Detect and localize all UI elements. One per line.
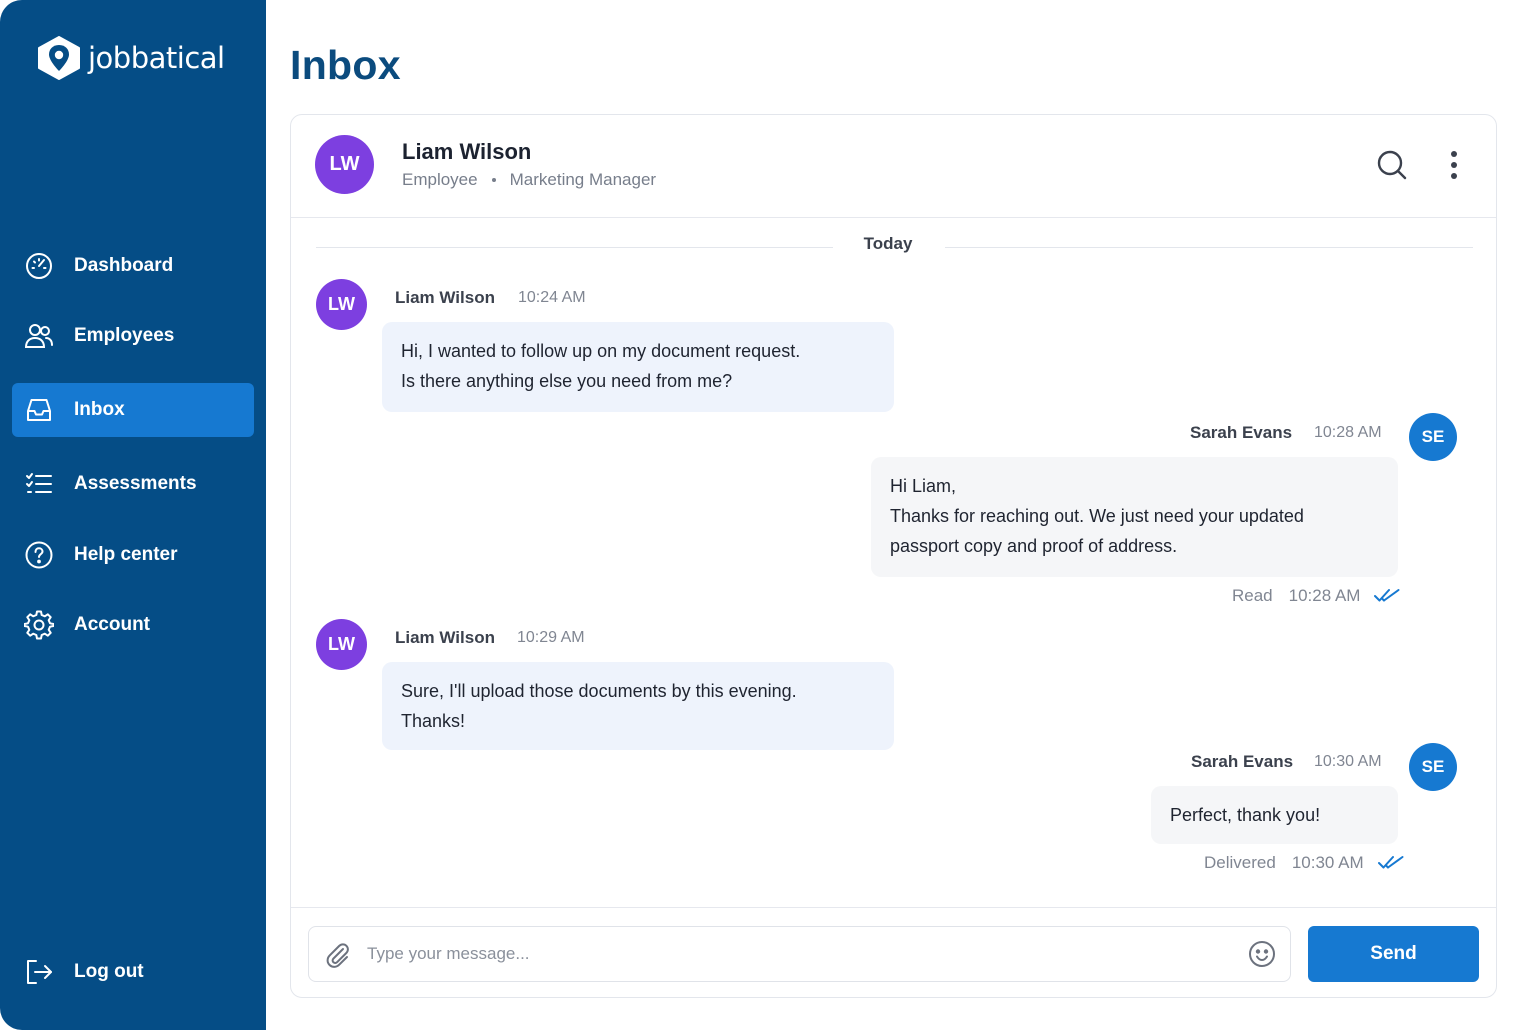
status-time: 10:30 AM bbox=[1291, 853, 1364, 872]
logout-label: Log out bbox=[74, 961, 144, 982]
help-icon bbox=[25, 541, 53, 569]
contact-name: Liam Wilson bbox=[402, 139, 532, 164]
location-pin-logo-icon bbox=[38, 36, 80, 80]
conversation-header: LW Liam Wilson Employee Marketing Manage… bbox=[291, 115, 1496, 218]
message-composer: Send bbox=[291, 907, 1496, 999]
message-status: Read 10:28 AM bbox=[1232, 586, 1400, 606]
separator-dot bbox=[491, 178, 496, 182]
status-label: Read bbox=[1232, 586, 1273, 605]
message-time: 10:28 AM bbox=[1314, 424, 1382, 441]
sidebar-item-label: Dashboard bbox=[74, 255, 174, 276]
message-line: Is there anything else you need from me? bbox=[401, 371, 733, 391]
sidebar-item-label: Employees bbox=[74, 325, 175, 346]
sidebar-item-label: Assessments bbox=[74, 473, 197, 494]
message-bubble-outgoing: Perfect, thank you! bbox=[1151, 786, 1398, 844]
message-line: Thanks! bbox=[401, 711, 466, 731]
contact-details: Employee Marketing Manager bbox=[402, 170, 656, 190]
message-time: 10:24 AM bbox=[518, 289, 586, 306]
message-sender: Liam Wilson bbox=[395, 288, 495, 307]
status-time: 10:28 AM bbox=[1288, 586, 1361, 605]
double-check-icon bbox=[1377, 856, 1404, 869]
message-sender: Liam Wilson bbox=[395, 628, 495, 647]
sidebar-item-assessments[interactable]: Assessments bbox=[12, 457, 254, 511]
conversation-panel: LW Liam Wilson Employee Marketing Manage… bbox=[290, 114, 1497, 998]
message-input-container bbox=[308, 926, 1291, 982]
day-divider-label: Today bbox=[863, 234, 913, 253]
message-bubble-outgoing: Hi Liam, Thanks for reaching out. We jus… bbox=[871, 457, 1398, 577]
sender-avatar[interactable]: LW bbox=[316, 619, 367, 670]
users-icon bbox=[24, 324, 53, 348]
message-sender: Sarah Evans bbox=[1191, 752, 1294, 771]
sender-avatar[interactable]: SE bbox=[1409, 413, 1457, 461]
send-button[interactable]: Send bbox=[1308, 926, 1479, 982]
message-time: 10:30 AM bbox=[1314, 753, 1382, 770]
sidebar-item-account[interactable]: Account bbox=[12, 598, 254, 652]
sidebar-item-label: Account bbox=[74, 614, 150, 635]
message-time: 10:29 AM bbox=[517, 629, 585, 646]
more-options-icon[interactable] bbox=[1443, 150, 1465, 180]
brand-logo[interactable]: jobbatical bbox=[36, 36, 225, 80]
inbox-icon bbox=[27, 399, 51, 421]
message-line: Sure, I'll upload those documents by thi… bbox=[401, 681, 797, 701]
sidebar-item-employees[interactable]: Employees bbox=[12, 309, 254, 363]
sender-avatar[interactable]: LW bbox=[316, 279, 367, 330]
checklist-icon bbox=[26, 473, 52, 493]
gauge-icon bbox=[26, 253, 52, 279]
day-divider-line-left bbox=[316, 247, 833, 248]
message-status: Delivered 10:30 AM bbox=[1204, 853, 1404, 873]
brand-name: jobbatical bbox=[88, 41, 225, 75]
contact-job-title: Marketing Manager bbox=[509, 170, 657, 189]
paperclip-icon[interactable] bbox=[323, 940, 351, 968]
message-line: Hi Liam, bbox=[890, 476, 957, 496]
message-line: passport copy and proof of address. bbox=[890, 536, 1178, 556]
contact-avatar[interactable]: LW bbox=[315, 135, 374, 194]
day-divider-line-right bbox=[945, 247, 1473, 248]
message-line: Hi, I wanted to follow up on my document… bbox=[401, 341, 801, 361]
message-line: Thanks for reaching out. We just need yo… bbox=[890, 506, 1304, 526]
sender-avatar[interactable]: SE bbox=[1409, 743, 1457, 791]
gear-icon bbox=[24, 610, 54, 640]
sidebar-item-label: Help center bbox=[74, 544, 178, 565]
message-bubble-incoming: Sure, I'll upload those documents by thi… bbox=[382, 662, 894, 750]
message-input[interactable] bbox=[367, 937, 1227, 971]
message-line: Perfect, thank you! bbox=[1170, 805, 1321, 825]
logout-button[interactable]: Log out bbox=[12, 945, 254, 999]
sidebar-item-inbox[interactable]: Inbox bbox=[12, 383, 254, 437]
sidebar: jobbatical Dashboard Employees Inbox Ass… bbox=[0, 0, 266, 1030]
emoji-icon[interactable] bbox=[1247, 939, 1277, 969]
sidebar-item-help-center[interactable]: Help center bbox=[12, 528, 254, 582]
message-bubble-incoming: Hi, I wanted to follow up on my document… bbox=[382, 322, 894, 412]
search-icon[interactable] bbox=[1375, 148, 1409, 182]
status-label: Delivered bbox=[1204, 853, 1276, 872]
page-title: Inbox bbox=[290, 42, 401, 88]
double-check-icon bbox=[1374, 589, 1400, 602]
sidebar-item-dashboard[interactable]: Dashboard bbox=[12, 239, 254, 293]
logout-icon bbox=[27, 960, 52, 984]
sidebar-item-label: Inbox bbox=[74, 399, 125, 420]
contact-role: Employee bbox=[402, 170, 478, 189]
message-sender: Sarah Evans bbox=[1190, 423, 1293, 442]
